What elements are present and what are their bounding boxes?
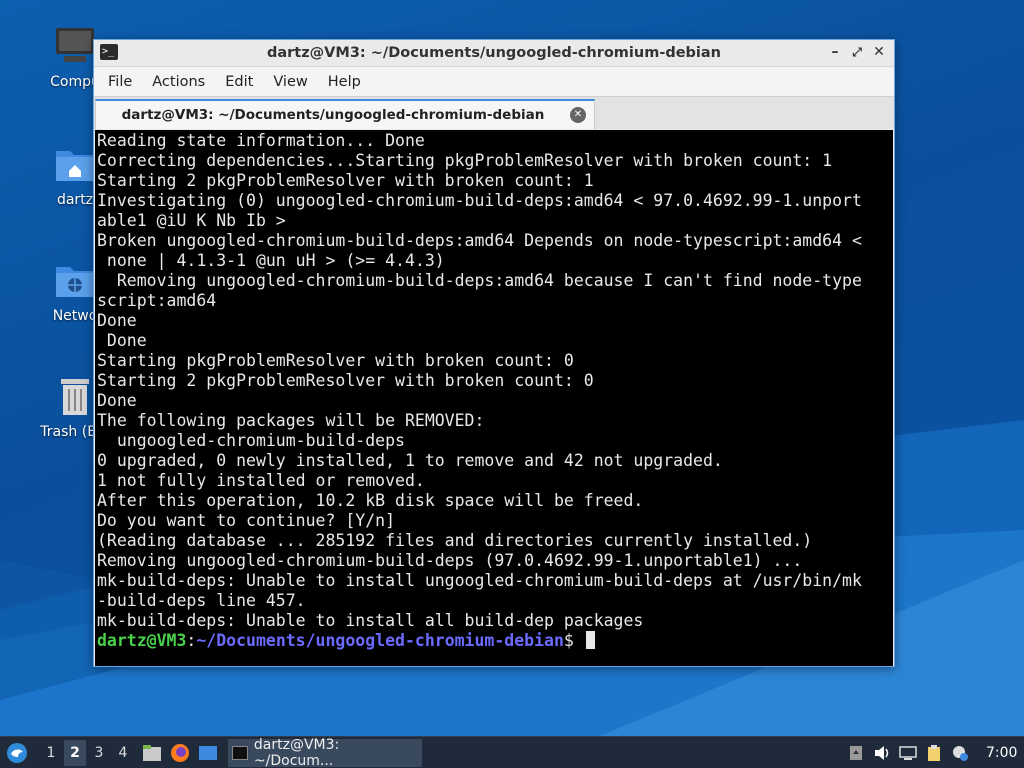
terminal-line: Do you want to continue? [Y/n]: [97, 511, 396, 530]
terminal-line: mk-build-deps: Unable to install ungoogl…: [97, 571, 862, 590]
terminal-line: Starting 2 pkgProblemResolver with broke…: [97, 171, 594, 190]
tab-terminal[interactable]: dartz@VM3: ~/Documents/ungoogled-chromiu…: [95, 99, 595, 129]
window-titlebar[interactable]: >_ dartz@VM3: ~/Documents/ungoogled-chro…: [94, 40, 894, 66]
system-tray: 7:00: [846, 737, 1024, 768]
terminal-cursor: [585, 631, 595, 649]
workspace-2[interactable]: 2: [64, 739, 86, 766]
clock[interactable]: 7:00: [986, 745, 1020, 761]
tab-bar: dartz@VM3: ~/Documents/ungoogled-chromiu…: [94, 96, 894, 129]
menu-view[interactable]: View: [263, 74, 317, 90]
computer-icon: [51, 22, 99, 70]
updates-icon[interactable]: [950, 743, 970, 763]
workspace-switcher: 1 2 3 4: [40, 739, 134, 766]
prompt-symbol: $: [563, 631, 584, 650]
terminal-line: Correcting dependencies...Starting pkgPr…: [97, 151, 833, 170]
workspace-4[interactable]: 4: [112, 745, 134, 761]
menu-file[interactable]: File: [98, 74, 142, 90]
terminal-line: Done: [97, 311, 137, 330]
terminal-line: script:amd64: [97, 291, 217, 310]
close-icon[interactable]: ✕: [870, 43, 888, 61]
terminal-line: Starting pkgProblemResolver with broken …: [97, 351, 574, 370]
terminal-prompt-line: dartz@VM3:~/Documents/ungoogled-chromium…: [97, 631, 891, 651]
terminal-line: able1 @iU K Nb Ib >: [97, 211, 286, 230]
terminal-line: ungoogled-chromium-build-deps: [97, 431, 405, 450]
terminal-output[interactable]: Reading state information... Done Correct…: [95, 130, 893, 666]
prompt-user: dartz@VM3: [97, 631, 187, 650]
file-manager-launcher-icon[interactable]: [140, 741, 164, 765]
terminal-line: 1 not fully installed or removed.: [97, 471, 425, 490]
start-menu-icon[interactable]: [4, 740, 30, 766]
volume-icon[interactable]: [872, 743, 892, 763]
show-desktop-icon[interactable]: [196, 741, 220, 765]
trash-icon: [51, 372, 99, 420]
eject-icon[interactable]: [846, 743, 866, 763]
menu-actions[interactable]: Actions: [142, 74, 215, 90]
tab-close-icon[interactable]: ✕: [570, 107, 586, 123]
menu-bar: File Actions Edit View Help: [94, 66, 894, 96]
tab-label: dartz@VM3: ~/Documents/ungoogled-chromiu…: [121, 107, 545, 123]
window-title: dartz@VM3: ~/Documents/ungoogled-chromiu…: [266, 45, 722, 61]
prompt-separator: :: [186, 631, 197, 650]
taskbar: 1 2 3 4 dartz@VM3: ~/Docum... 7:00: [0, 736, 1024, 768]
prompt-path: ~/Documents/ungoogled-chromium-debian: [196, 631, 564, 650]
terminal-app-icon: >_: [100, 44, 118, 60]
workspace-1[interactable]: 1: [40, 745, 62, 761]
terminal-window[interactable]: >_ dartz@VM3: ~/Documents/ungoogled-chro…: [93, 39, 895, 667]
home-folder-icon: [51, 140, 99, 188]
terminal-line: After this operation, 10.2 kB disk space…: [97, 491, 644, 510]
terminal-line: (Reading database ... 285192 files and d…: [97, 531, 813, 550]
terminal-line: Done: [97, 391, 137, 410]
terminal-line: 0 upgraded, 0 newly installed, 1 to remo…: [97, 451, 723, 470]
firefox-launcher-icon[interactable]: [168, 741, 192, 765]
terminal-line: Investigating (0) ungoogled-chromium-bui…: [97, 191, 862, 210]
terminal-line: Removing ungoogled-chromium-build-deps:a…: [97, 271, 862, 290]
clipboard-icon[interactable]: [924, 743, 944, 763]
workspace-3[interactable]: 3: [88, 745, 110, 761]
network-folder-icon: [51, 256, 99, 304]
terminal-line: Done: [97, 331, 147, 350]
terminal-task-icon: [232, 745, 248, 760]
terminal-line: The following packages will be REMOVED:: [97, 411, 485, 430]
minimize-icon[interactable]: –: [826, 43, 844, 61]
terminal-line: Starting 2 pkgProblemResolver with broke…: [97, 371, 594, 390]
menu-edit[interactable]: Edit: [215, 74, 263, 90]
terminal-line: Removing ungoogled-chromium-build-deps (…: [97, 551, 803, 570]
terminal-line: mk-build-deps: Unable to install all bui…: [97, 611, 644, 630]
terminal-line: Reading state information... Done: [97, 131, 425, 150]
terminal-line: -build-deps line 457.: [97, 591, 306, 610]
menu-help[interactable]: Help: [318, 74, 371, 90]
network-icon[interactable]: [898, 743, 918, 763]
terminal-line: Broken ungoogled-chromium-build-deps:amd…: [97, 231, 862, 250]
taskbar-task-terminal[interactable]: dartz@VM3: ~/Docum...: [228, 736, 422, 768]
maximize-icon[interactable]: ⤢: [848, 43, 866, 61]
terminal-line: none | 4.1.3-1 @un uH > (>= 4.4.3): [97, 251, 445, 270]
taskbar-task-label: dartz@VM3: ~/Docum...: [253, 736, 340, 768]
